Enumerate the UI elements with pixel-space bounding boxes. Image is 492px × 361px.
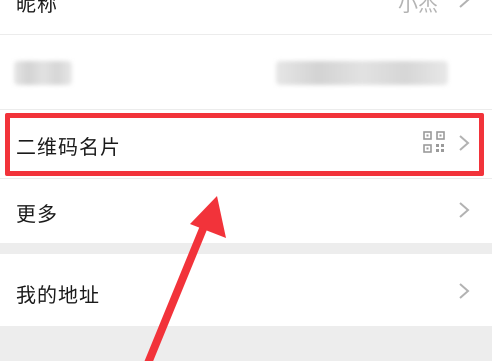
profile-settings-screen: 昵称 小杰 二维码名片 更多 我的地址 — [0, 0, 492, 361]
section-gap — [0, 243, 492, 254]
account-row[interactable] — [0, 35, 492, 109]
chevron-right-icon — [459, 135, 470, 151]
qr-card-label: 二维码名片 — [16, 135, 121, 159]
nickname-row[interactable]: 昵称 小杰 — [0, 0, 492, 22]
chevron-right-icon — [459, 283, 470, 299]
chevron-right-icon — [459, 0, 470, 8]
more-label: 更多 — [16, 202, 58, 226]
account-value-blurred — [276, 61, 448, 85]
address-label: 我的地址 — [16, 283, 100, 307]
qr-code-icon — [423, 131, 445, 153]
nickname-label: 昵称 — [16, 0, 58, 16]
address-row[interactable]: 我的地址 — [0, 254, 492, 326]
section-gap — [0, 326, 492, 361]
more-row[interactable]: 更多 — [0, 179, 492, 243]
qr-card-row[interactable]: 二维码名片 — [0, 110, 492, 178]
account-label-blurred — [14, 61, 72, 85]
chevron-right-icon — [459, 202, 470, 218]
nickname-value: 小杰 — [398, 0, 438, 16]
